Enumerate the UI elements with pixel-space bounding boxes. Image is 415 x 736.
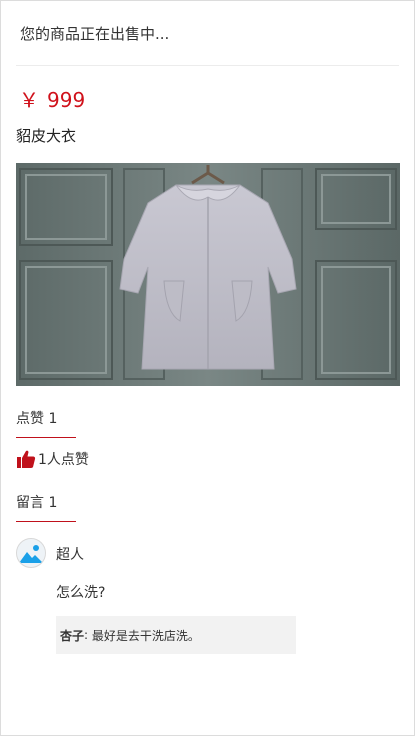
likes-heading: 点赞 1 — [16, 408, 76, 438]
thumbs-up-icon — [17, 450, 36, 468]
comment-text: 怎么洗? — [56, 585, 106, 601]
like-count-text: 1人点赞 — [38, 452, 89, 468]
reply-text: 最好是去干洗店洗。 — [91, 628, 200, 643]
reply-item: 杏子: 最好是去干洗店洗。 — [56, 616, 296, 654]
currency-symbol: ￥ — [19, 88, 39, 112]
commenter-name[interactable]: 超人 — [56, 538, 414, 564]
like-button[interactable]: 1人点赞 — [16, 448, 414, 470]
price-value: 999 — [47, 88, 86, 112]
price: ￥ 999 — [19, 88, 414, 112]
sale-status-header: 您的商品正在出售中... — [16, 1, 399, 66]
likes-section: 点赞 1 1人点赞 — [1, 386, 414, 470]
comments-section: 留言 1 超人 怎么洗? 杏子: 最好是去干洗店洗。 — [1, 470, 414, 654]
avatar-image-icon[interactable] — [16, 538, 46, 568]
comments-heading: 留言 1 — [16, 492, 76, 522]
comment-item: 超人 怎么洗? 杏子: 最好是去干洗店洗。 — [1, 538, 414, 654]
sale-status-text: 您的商品正在出售中... — [20, 24, 170, 43]
reply-user[interactable]: 杏子 — [60, 627, 84, 644]
reply-separator: : — [84, 628, 89, 642]
product-image[interactable] — [16, 163, 400, 386]
page-frame: 您的商品正在出售中... ￥ 999 貂皮大衣 点赞 1 1人点赞 留言 1 超… — [0, 0, 415, 736]
product-title: 貂皮大衣 — [16, 127, 77, 145]
